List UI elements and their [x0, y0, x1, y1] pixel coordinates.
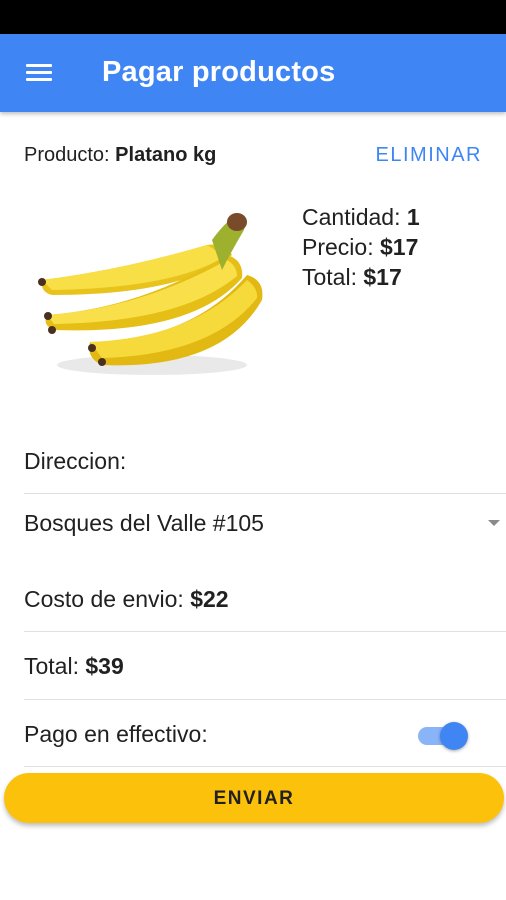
quantity-label: Cantidad: — [302, 204, 401, 230]
cash-payment-label: Pago en effectivo: — [24, 721, 208, 747]
price-value: $17 — [379, 234, 419, 260]
price-label: Precio: — [302, 234, 374, 260]
address-label: Direccion: — [24, 448, 127, 474]
product-name-line: Producto: Platano kg — [24, 144, 216, 167]
status-bar — [0, 0, 506, 34]
product-total-value: $17 — [363, 264, 402, 290]
product-total-label: Total: — [302, 264, 357, 290]
shipping-label: Costo de envio: — [24, 586, 184, 612]
order-total-line: Total: $39 — [24, 653, 124, 680]
delete-button[interactable]: ELIMINAR — [376, 144, 482, 167]
order-total-value: $39 — [85, 653, 124, 679]
banana-image — [38, 213, 263, 375]
address-dropdown[interactable]: Bosques del Valle #105 — [24, 494, 506, 552]
address-value: Bosques del Valle #105 — [24, 510, 264, 536]
product-details: Cantidad: 1 Precio: $17 Total: $17 — [302, 202, 420, 292]
divider — [24, 699, 506, 700]
product-label: Producto: — [24, 144, 110, 166]
app-bar: Pagar productos — [0, 34, 506, 112]
shipping-value: $22 — [190, 586, 229, 612]
shipping-cost-line: Costo de envio: $22 — [24, 586, 229, 613]
send-button-label: ENVIAR — [213, 788, 295, 809]
divider — [24, 631, 506, 632]
send-button[interactable]: ENVIAR — [4, 773, 504, 823]
toggle-thumb — [440, 722, 468, 750]
price-line: Precio: $17 — [302, 232, 420, 262]
quantity-line: Cantidad: 1 — [302, 202, 420, 232]
cash-payment-toggle[interactable] — [416, 720, 470, 750]
product-name: Platano kg — [115, 144, 217, 166]
divider — [24, 766, 506, 767]
page-title: Pagar productos — [102, 56, 336, 88]
hamburger-menu-icon[interactable] — [26, 64, 54, 84]
product-total-line: Total: $17 — [302, 262, 420, 292]
quantity-value: 1 — [406, 204, 420, 230]
dropdown-arrow-icon — [488, 520, 500, 526]
order-total-label: Total: — [24, 653, 79, 679]
